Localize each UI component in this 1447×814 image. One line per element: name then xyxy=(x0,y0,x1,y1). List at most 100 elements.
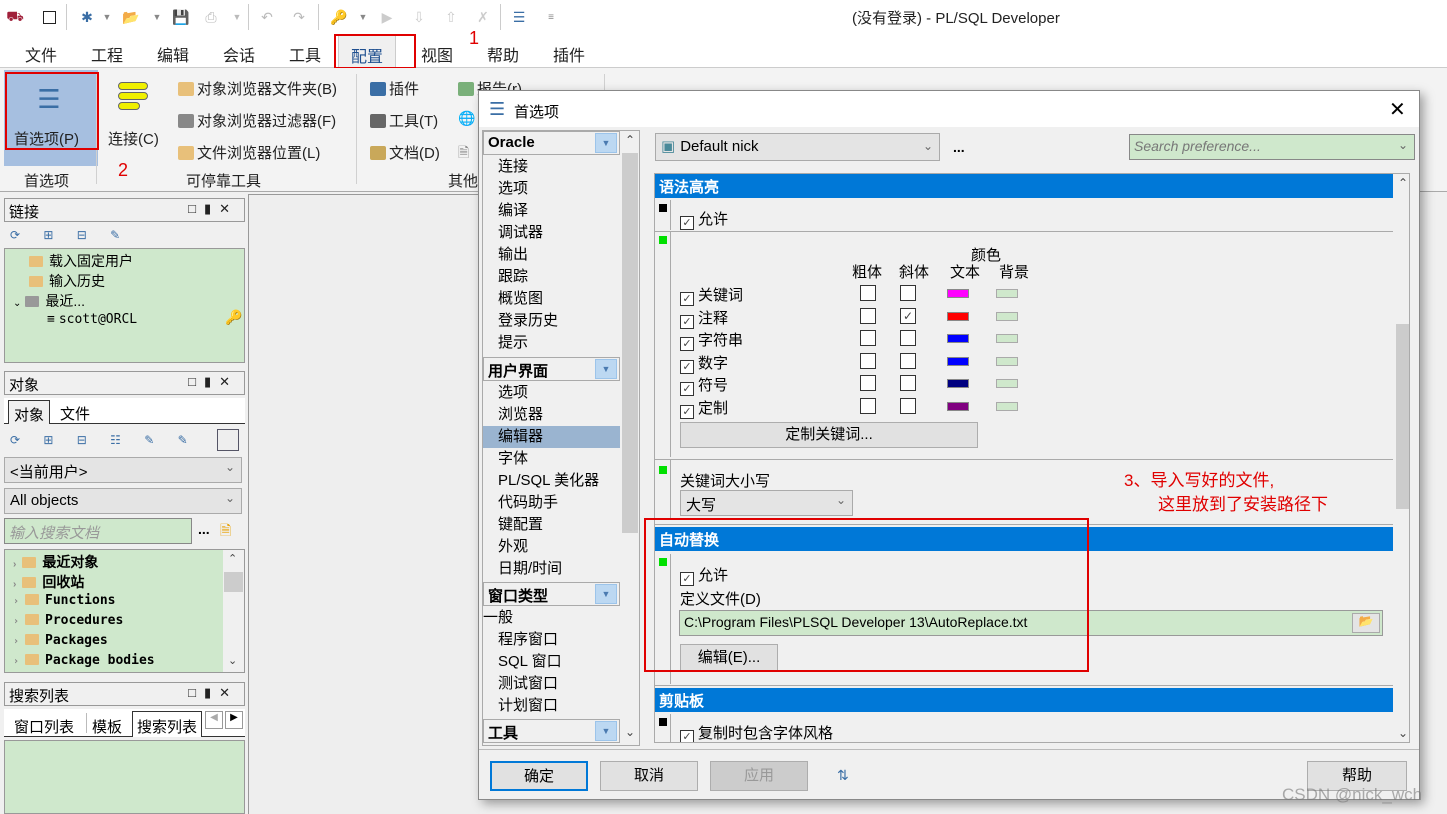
connection-button[interactable]: 连接(C) xyxy=(104,74,166,164)
cancel-button[interactable]: 取消 xyxy=(600,761,698,791)
object-browser-filters-button[interactable]: 对象浏览器过滤器(F) xyxy=(178,110,336,131)
import-export-icon[interactable]: ⇅ xyxy=(837,767,849,784)
menu-plugins[interactable]: 插件 xyxy=(553,42,585,66)
nav-item[interactable]: 调试器 xyxy=(483,222,620,244)
nav-item[interactable]: 跟踪 xyxy=(483,266,620,288)
new-icon[interactable]: ✱ xyxy=(76,6,98,28)
database-icon[interactable]: ⛟ xyxy=(4,6,26,28)
edit-autoreplace-button[interactable]: 编辑(E)... xyxy=(680,644,778,672)
nav-item[interactable]: 选项 xyxy=(483,178,620,200)
tree-item-procedures[interactable]: › Procedures xyxy=(13,613,123,628)
keyword-case-select[interactable]: 大写 ⌄ xyxy=(680,490,853,516)
tools-button[interactable]: 工具(T) xyxy=(370,110,438,131)
syntax-row-enable-checkbox[interactable]: ✓ 数字 xyxy=(680,352,728,374)
profile-select[interactable]: ▣ Default nick ⌄ xyxy=(655,133,940,161)
background-color-swatch[interactable] xyxy=(996,379,1018,388)
commit-icon[interactable]: ⇩ xyxy=(408,6,430,28)
menu-tools[interactable]: 工具 xyxy=(289,42,321,66)
nav-item[interactable]: 连接 xyxy=(483,156,620,178)
preferences-icon[interactable]: ☰ xyxy=(508,6,530,28)
italic-checkbox[interactable]: ✓ xyxy=(900,307,916,324)
key-icon[interactable]: 🔑 xyxy=(328,6,350,28)
profile-more-button[interactable]: ... xyxy=(953,139,965,155)
dropdown-arrow-icon[interactable]: ▼ xyxy=(146,6,168,28)
break-icon[interactable]: ✗ xyxy=(472,6,494,28)
nav-item[interactable]: 字体 xyxy=(483,448,620,470)
ok-button[interactable]: 确定 xyxy=(490,761,588,791)
text-color-swatch[interactable] xyxy=(947,379,969,388)
tree-item-fixed-users[interactable]: 载入固定用户 xyxy=(29,251,133,271)
menu-view[interactable]: 视图 xyxy=(421,42,453,66)
nav-item[interactable]: 概览图 xyxy=(483,288,620,310)
window-icon[interactable] xyxy=(38,6,60,28)
search-document-input[interactable]: 输入搜索文档 xyxy=(4,518,192,544)
nav-item[interactable]: 浏览器 xyxy=(483,404,620,426)
nav-item[interactable]: 代码助手 xyxy=(483,492,620,514)
nav-item[interactable]: 键配置 xyxy=(483,514,620,536)
nav-item[interactable]: PL/SQL 美化器 xyxy=(483,470,620,492)
tree-item-history[interactable]: 输入历史 xyxy=(29,271,105,291)
search-preference-input[interactable]: Search preference... ⌄ xyxy=(1129,134,1415,160)
dropdown-arrow-icon[interactable]: ▼ xyxy=(96,6,118,28)
tab-objects[interactable]: 对象 xyxy=(8,400,51,424)
tab-scroll-left-icon[interactable]: ◀ xyxy=(205,711,223,729)
autoreplace-enable-checkbox[interactable]: ✓ 允许 xyxy=(680,564,728,586)
tree-item-package-bodies[interactable]: › Package bodies xyxy=(13,653,155,668)
nav-item[interactable]: 测试窗口 xyxy=(483,673,620,695)
italic-checkbox[interactable] xyxy=(900,375,916,391)
key-icon[interactable]: 🔑 xyxy=(225,309,242,326)
panel-controls[interactable]: □▮✕ xyxy=(188,201,238,217)
new-document-icon[interactable]: 🗎 xyxy=(220,520,231,544)
browse-folder-icon[interactable]: 📂 xyxy=(1352,613,1380,633)
syntax-row-enable-checkbox[interactable]: ✓ 关键词 xyxy=(680,284,743,306)
background-color-swatch[interactable] xyxy=(996,356,1018,366)
nav-scrollbar[interactable]: ⌃ ⌄ xyxy=(621,131,639,745)
tab-window-list[interactable]: 窗口列表 xyxy=(14,716,74,737)
bold-checkbox[interactable] xyxy=(860,375,876,391)
tree-item-packages[interactable]: › Packages xyxy=(13,633,108,648)
tree-item-recent-objects[interactable]: › 最近对象 xyxy=(13,552,98,572)
tab-search-list[interactable]: 搜索列表 xyxy=(132,711,203,737)
execute-icon[interactable]: ▶ xyxy=(376,6,398,28)
tree-item-recycle-bin[interactable]: › 回收站 xyxy=(13,572,84,592)
close-icon[interactable]: ✕ xyxy=(1389,97,1406,122)
background-color-swatch[interactable] xyxy=(996,401,1018,411)
menu-configure[interactable]: 配置 xyxy=(338,34,397,68)
open-icon[interactable]: 📂 xyxy=(120,6,142,28)
italic-checkbox[interactable] xyxy=(900,285,916,301)
nav-group-oracle[interactable]: Oracle ▼ xyxy=(483,131,620,155)
nav-group-user-interface[interactable]: 用户界面 ▼ xyxy=(483,357,620,381)
bold-checkbox[interactable] xyxy=(860,330,876,346)
rollback-icon[interactable]: ⇧ xyxy=(440,6,462,28)
preferences-button[interactable]: ☰ 首选项(P) xyxy=(4,70,98,166)
tab-templates[interactable]: 模板 xyxy=(92,716,122,737)
syntax-enable-checkbox[interactable]: ✓ 允许 xyxy=(680,208,728,230)
menu-session[interactable]: 会话 xyxy=(223,42,255,66)
background-color-swatch[interactable] xyxy=(996,311,1018,321)
text-color-swatch[interactable] xyxy=(947,401,969,411)
user-select[interactable]: <当前用户> ⌄ xyxy=(4,457,242,483)
text-color-swatch[interactable] xyxy=(947,311,969,321)
menu-help[interactable]: 帮助 xyxy=(487,42,519,66)
nav-item[interactable]: 提示 xyxy=(483,332,620,354)
customize-toolbar-icon[interactable]: ≡ xyxy=(540,6,562,28)
apply-button[interactable]: 应用 xyxy=(710,761,808,791)
print-icon[interactable]: ⎙ xyxy=(200,6,222,28)
syntax-row-enable-checkbox[interactable]: ✓ 定制 xyxy=(680,397,728,419)
dropdown-arrow-icon[interactable]: ▼ xyxy=(352,6,374,28)
text-color-swatch[interactable] xyxy=(947,334,969,343)
definition-file-input[interactable]: C:\Program Files\PLSQL Developer 13\Auto… xyxy=(679,610,1383,636)
bold-checkbox[interactable] xyxy=(860,397,876,414)
undo-icon[interactable]: ↶ xyxy=(256,6,278,28)
tree-item-functions[interactable]: › Functions xyxy=(13,593,115,608)
copy-font-style-checkbox[interactable]: ✓ 复制时包含字体风格 xyxy=(680,722,833,742)
panel-controls[interactable]: □▮✕ xyxy=(188,685,238,701)
custom-keywords-button[interactable]: 定制关键词... xyxy=(680,422,978,448)
content-scrollbar[interactable]: ⌃ ⌄ xyxy=(1395,174,1409,742)
color-button[interactable] xyxy=(217,429,239,451)
nav-item[interactable]: SQL 窗口 xyxy=(483,651,620,673)
bold-checkbox[interactable] xyxy=(860,307,876,324)
italic-checkbox[interactable] xyxy=(900,397,916,414)
panel-controls[interactable]: □▮✕ xyxy=(188,374,238,390)
objects-scrollbar[interactable]: ⌃ ⌄ xyxy=(223,550,244,672)
